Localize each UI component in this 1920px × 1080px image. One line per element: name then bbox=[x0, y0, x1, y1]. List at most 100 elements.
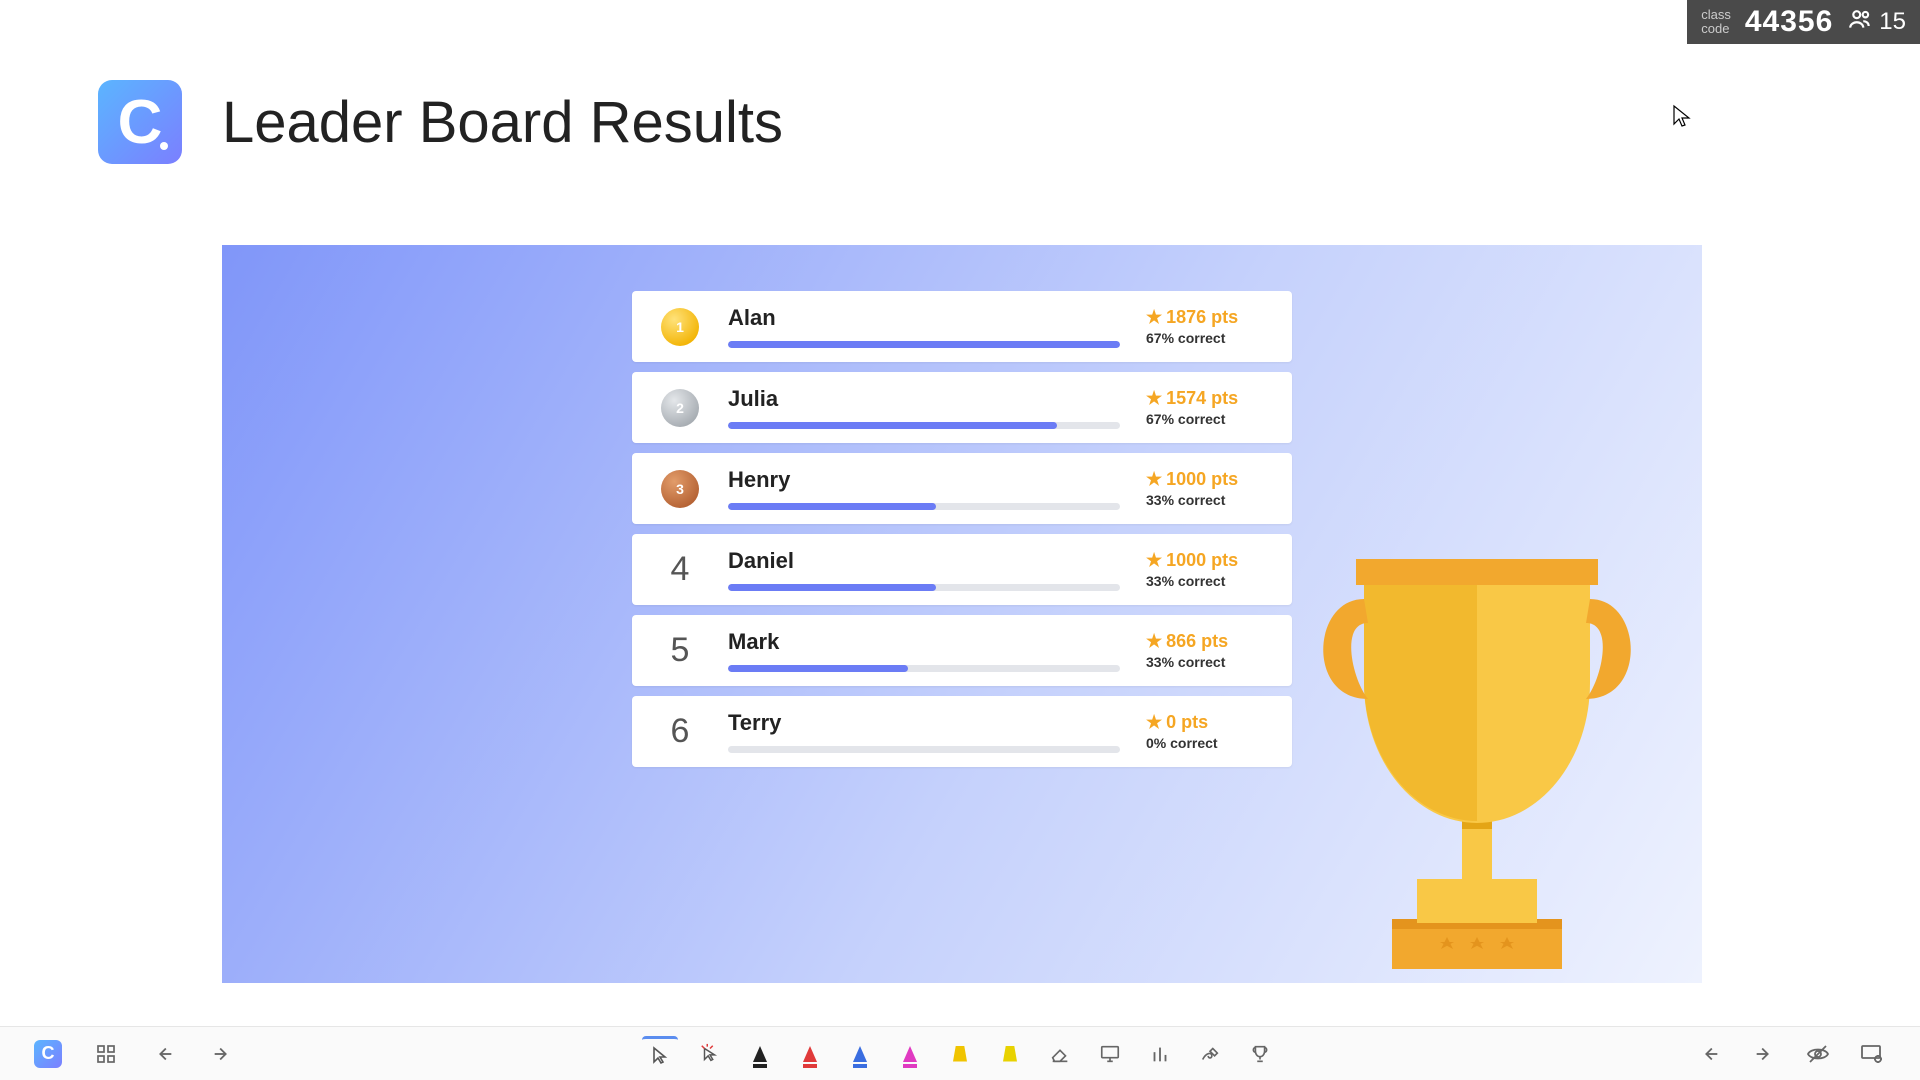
rank-number: 5 bbox=[671, 631, 690, 670]
leaderboard-row: 2 Julia ★ 1574 pts 67% correct bbox=[632, 372, 1292, 443]
points-label: ★ 1000 pts bbox=[1146, 550, 1266, 571]
rank-cell: 6 bbox=[658, 712, 702, 751]
progress-bar bbox=[728, 746, 1120, 753]
bottom-toolbar: C bbox=[0, 1026, 1920, 1080]
pen-tool-button[interactable] bbox=[792, 1036, 828, 1072]
header: C Leader Board Results bbox=[98, 80, 783, 164]
bronze-medal-icon: 3 bbox=[661, 470, 699, 508]
people-count: 15 bbox=[1879, 8, 1906, 36]
back-button[interactable] bbox=[1692, 1036, 1728, 1072]
grid-icon[interactable] bbox=[88, 1036, 124, 1072]
app-logo-button[interactable]: C bbox=[30, 1036, 66, 1072]
row-mid: Alan bbox=[728, 305, 1120, 348]
progress-bar bbox=[728, 422, 1120, 429]
leaderboard-list: 1 Alan ★ 1876 pts 67% correct 2 Julia ★ 1574 p… bbox=[632, 291, 1292, 767]
row-right: ★ 1000 pts 33% correct bbox=[1146, 469, 1266, 508]
poll-icon[interactable] bbox=[1142, 1036, 1178, 1072]
presentation-icon[interactable] bbox=[1092, 1036, 1128, 1072]
correct-label: 67% correct bbox=[1146, 411, 1266, 427]
correct-label: 67% correct bbox=[1146, 330, 1266, 346]
progress-fill bbox=[728, 665, 908, 672]
laser-tool-button[interactable] bbox=[692, 1036, 728, 1072]
leaderboard-row: 3 Henry ★ 1000 pts 33% correct bbox=[632, 453, 1292, 524]
forward-button[interactable] bbox=[1746, 1036, 1782, 1072]
class-people: 15 bbox=[1847, 6, 1906, 39]
correct-label: 33% correct bbox=[1146, 492, 1266, 508]
row-right: ★ 1000 pts 33% correct bbox=[1146, 550, 1266, 589]
highlighter-tool-button[interactable] bbox=[992, 1036, 1028, 1072]
correct-label: 33% correct bbox=[1146, 573, 1266, 589]
player-name: Mark bbox=[728, 629, 1120, 655]
row-right: ★ 0 pts 0% correct bbox=[1146, 712, 1266, 751]
progress-bar bbox=[728, 503, 1120, 510]
rank-cell: 2 bbox=[658, 389, 702, 427]
page-title: Leader Board Results bbox=[222, 89, 783, 156]
player-name: Terry bbox=[728, 710, 1120, 736]
rank-cell: 4 bbox=[658, 550, 702, 589]
progress-fill bbox=[728, 422, 1057, 429]
progress-bar bbox=[728, 341, 1120, 348]
correct-label: 0% correct bbox=[1146, 735, 1266, 751]
pointer-tool-button[interactable] bbox=[642, 1036, 678, 1072]
rank-number: 4 bbox=[671, 550, 690, 589]
rank-cell: 1 bbox=[658, 308, 702, 346]
nav-next-button[interactable] bbox=[204, 1036, 240, 1072]
leaderboard-row: 1 Alan ★ 1876 pts 67% correct bbox=[632, 291, 1292, 362]
progress-bar bbox=[728, 584, 1120, 591]
rank-cell: 3 bbox=[658, 470, 702, 508]
class-label-top: class bbox=[1701, 8, 1731, 22]
player-name: Henry bbox=[728, 467, 1120, 493]
people-icon bbox=[1847, 6, 1873, 39]
progress-fill bbox=[728, 341, 1120, 348]
gold-medal-icon: 1 bbox=[661, 308, 699, 346]
pen-tool-button[interactable] bbox=[742, 1036, 778, 1072]
progress-fill bbox=[728, 503, 936, 510]
leaderboard-row: 4 Daniel ★ 1000 pts 33% correct bbox=[632, 534, 1292, 605]
star-icon: ★ bbox=[1146, 550, 1162, 571]
star-icon: ★ bbox=[1146, 712, 1162, 733]
leaderboard-row: 5 Mark ★ 866 pts 33% correct bbox=[632, 615, 1292, 686]
points-label: ★ 1876 pts bbox=[1146, 307, 1266, 328]
player-name: Julia bbox=[728, 386, 1120, 412]
class-label-bottom: code bbox=[1701, 22, 1731, 36]
rank-number: 6 bbox=[671, 712, 690, 751]
row-mid: Henry bbox=[728, 467, 1120, 510]
row-right: ★ 866 pts 33% correct bbox=[1146, 631, 1266, 670]
class-code-value: 44356 bbox=[1745, 5, 1833, 39]
class-code-label: class code bbox=[1701, 8, 1731, 37]
nav-prev-button[interactable] bbox=[146, 1036, 182, 1072]
rank-cell: 5 bbox=[658, 631, 702, 670]
leaderboard-panel: 1 Alan ★ 1876 pts 67% correct 2 Julia ★ 1574 p… bbox=[222, 245, 1702, 983]
highlighter-tool-button[interactable] bbox=[942, 1036, 978, 1072]
progress-bar bbox=[728, 665, 1120, 672]
points-label: ★ 0 pts bbox=[1146, 712, 1266, 733]
visibility-icon[interactable] bbox=[1800, 1036, 1836, 1072]
star-icon: ★ bbox=[1146, 631, 1162, 652]
pen-tool-button[interactable] bbox=[892, 1036, 928, 1072]
points-label: ★ 1000 pts bbox=[1146, 469, 1266, 490]
player-name: Alan bbox=[728, 305, 1120, 331]
player-name: Daniel bbox=[728, 548, 1120, 574]
app-logo: C bbox=[98, 80, 182, 164]
draw-icon[interactable] bbox=[1192, 1036, 1228, 1072]
star-icon: ★ bbox=[1146, 307, 1162, 328]
class-code-badge: class code 44356 15 bbox=[1687, 0, 1920, 44]
row-mid: Mark bbox=[728, 629, 1120, 672]
silver-medal-icon: 2 bbox=[661, 389, 699, 427]
pen-tool-button[interactable] bbox=[842, 1036, 878, 1072]
progress-fill bbox=[728, 584, 936, 591]
correct-label: 33% correct bbox=[1146, 654, 1266, 670]
star-icon: ★ bbox=[1146, 469, 1162, 490]
eraser-tool-button[interactable] bbox=[1042, 1036, 1078, 1072]
points-label: ★ 1574 pts bbox=[1146, 388, 1266, 409]
points-label: ★ 866 pts bbox=[1146, 631, 1266, 652]
trophy-icon bbox=[1312, 559, 1642, 979]
screen-settings-icon[interactable] bbox=[1854, 1036, 1890, 1072]
row-right: ★ 1574 pts 67% correct bbox=[1146, 388, 1266, 427]
trophy-tool-icon[interactable] bbox=[1242, 1036, 1278, 1072]
row-right: ★ 1876 pts 67% correct bbox=[1146, 307, 1266, 346]
row-mid: Terry bbox=[728, 710, 1120, 753]
row-mid: Daniel bbox=[728, 548, 1120, 591]
row-mid: Julia bbox=[728, 386, 1120, 429]
star-icon: ★ bbox=[1146, 388, 1162, 409]
